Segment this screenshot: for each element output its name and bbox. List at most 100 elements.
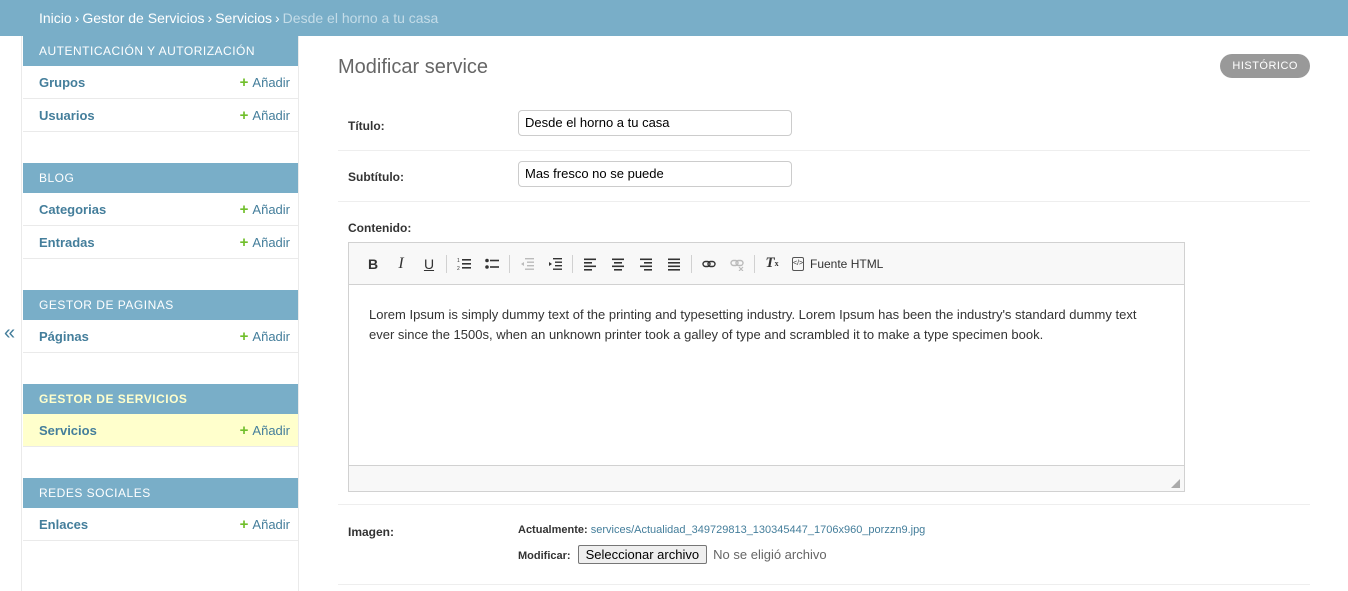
rich-text-editor: B I U 12 T x </> Fuente HTML Lorem Ipsum… [348,242,1185,492]
model-link-entradas[interactable]: Entradas [39,235,95,250]
form-row-imagen: Imagen: Actualmente: services/Actualidad… [338,505,1310,585]
collapse-sidebar-icon[interactable]: « [4,323,15,343]
breadcrumb-separator: › [207,10,213,26]
module-caption-current[interactable]: Gestor de servicios [23,384,298,414]
nav-sidebar: Autenticación y autorización Grupos + Aña… [22,36,299,591]
model-link-categorias[interactable]: Categorias [39,202,106,217]
underline-icon[interactable]: U [415,251,443,277]
breadcrumb-home[interactable]: Inicio [39,10,72,26]
toolbar-separator [754,254,755,273]
current-file-line: Actualmente: services/Actualidad_3497298… [518,524,925,536]
editor-statusbar [349,465,1184,491]
align-left-icon[interactable] [576,251,604,277]
model-row-usuarios: Usuarios + Añadir [23,99,298,132]
resize-handle-icon[interactable] [1171,479,1180,488]
add-plus-icon: + [239,327,249,345]
breadcrumb-separator: › [275,10,280,26]
subtitulo-input[interactable]: Mas fresco no se puede [518,161,792,187]
outdent-icon[interactable] [513,251,541,277]
source-icon: </> [792,256,804,271]
add-paginas-link[interactable]: + Añadir [240,329,290,344]
toolbar-separator [691,254,692,273]
model-link-enlaces[interactable]: Enlaces [39,517,88,532]
titulo-input[interactable]: Desde el horno a tu casa [518,110,792,136]
add-plus-icon: + [239,515,249,533]
add-label: Añadir [252,201,290,217]
model-link-usuarios[interactable]: Usuarios [39,108,95,123]
currently-label: Actualmente: [518,524,588,536]
imagen-label: Imagen: [348,525,395,539]
add-plus-icon: + [239,200,249,218]
editor-paragraph: Lorem Ipsum is simply dummy text of the … [369,307,1137,342]
remove-format-icon[interactable]: Tx [758,251,786,277]
bold-icon[interactable]: B [359,251,387,277]
breadcrumb-servicios[interactable]: Servicios [215,10,272,26]
contenido-label: Contenido: [348,221,412,235]
page-title: Modificar service [338,56,489,78]
add-label: Añadir [252,516,290,532]
history-button[interactable]: Histórico [1220,54,1310,78]
indent-icon[interactable] [541,251,569,277]
align-justify-icon[interactable] [660,251,688,277]
source-html-label: Fuente HTML [810,256,884,271]
align-right-icon[interactable] [632,251,660,277]
breadcrumb: Inicio › Gestor de Servicios › Servicios › Des… [0,0,1348,36]
toolbar-separator [509,254,510,273]
form-row-subtitulo: Subtítulo: Mas fresco no se puede [338,151,1310,202]
model-link-grupos[interactable]: Grupos [39,75,85,90]
add-label: Añadir [252,107,290,123]
add-usuarios-link[interactable]: + Añadir [240,108,290,123]
app-module-servicios: Gestor de servicios Servicios + Añadir [23,384,298,447]
add-label: Añadir [252,234,290,250]
change-label: Modificar: [518,550,571,562]
source-html-button[interactable]: </> Fuente HTML [786,256,889,271]
model-row-enlaces: Enlaces + Añadir [23,508,298,541]
module-caption[interactable]: Redes sociales [23,478,298,508]
italic-icon[interactable]: I [387,251,415,277]
model-link-servicios[interactable]: Servicios [39,423,97,438]
add-plus-icon: + [239,421,249,439]
add-label: Añadir [252,422,290,438]
nav-sidebar-toggle[interactable]: « [0,36,22,591]
add-entradas-link[interactable]: + Añadir [240,235,290,250]
model-row-paginas: Páginas + Añadir [23,320,298,353]
add-servicios-link[interactable]: + Añadir [240,423,290,438]
align-center-icon[interactable] [604,251,632,277]
add-plus-icon: + [239,73,249,91]
add-plus-icon: + [239,233,249,251]
titulo-label: Título: [348,119,385,133]
model-row-servicios: Servicios + Añadir [23,414,298,447]
form-row-titulo: Título: Desde el horno a tu casa [338,100,1310,151]
breadcrumb-gestor-servicios[interactable]: Gestor de Servicios [82,10,204,26]
choose-file-button[interactable]: Seleccionar archivo [577,545,708,564]
breadcrumb-current: Desde el horno a tu casa [282,10,439,26]
editor-toolbar: B I U 12 T x </> Fuente HTML [349,243,1184,285]
change-file-line: Modificar: Seleccionar archivo No se eli… [518,545,827,564]
add-label: Añadir [252,74,290,90]
module-caption[interactable]: Blog [23,163,298,193]
svg-text:1: 1 [457,258,460,264]
module-caption[interactable]: Gestor de paginas [23,290,298,320]
model-link-paginas[interactable]: Páginas [39,329,89,344]
model-row-grupos: Grupos + Añadir [23,66,298,99]
breadcrumb-separator: › [74,10,80,26]
subtitulo-label: Subtítulo: [348,170,404,184]
numbered-list-icon[interactable]: 12 [450,251,478,277]
toolbar-separator [446,254,447,273]
current-file-link[interactable]: services/Actualidad_349729813_130345447_… [591,524,926,536]
editor-content-area[interactable]: Lorem Ipsum is simply dummy text of the … [349,285,1184,465]
add-label: Añadir [252,328,290,344]
module-caption[interactable]: Autenticación y autorización [23,36,298,66]
add-enlaces-link[interactable]: + Añadir [240,517,290,532]
add-grupos-link[interactable]: + Añadir [240,75,290,90]
bulleted-list-icon[interactable] [478,251,506,277]
app-module-redes: Redes sociales Enlaces + Añadir [23,478,298,541]
app-module-auth: Autenticación y autorización Grupos + Aña… [23,36,298,132]
toolbar-separator [572,254,573,273]
svg-text:2: 2 [457,266,460,271]
unlink-icon[interactable] [723,251,751,277]
model-row-entradas: Entradas + Añadir [23,226,298,259]
app-module-paginas: Gestor de paginas Páginas + Añadir [23,290,298,353]
link-icon[interactable] [695,251,723,277]
add-categorias-link[interactable]: + Añadir [240,202,290,217]
